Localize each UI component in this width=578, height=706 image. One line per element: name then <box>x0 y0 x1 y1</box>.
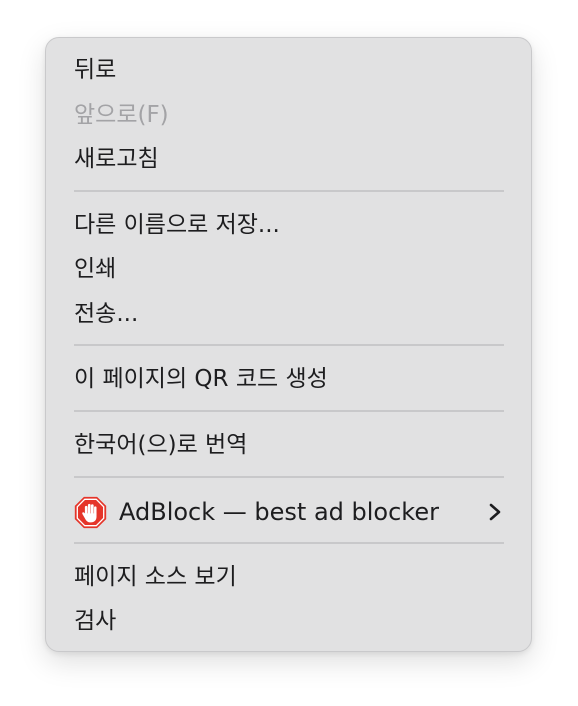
menu-item-translate[interactable]: 한국어(으)로 번역 <box>74 427 247 463</box>
chevron-right-icon <box>489 503 501 521</box>
menu-item-save-as[interactable]: 다른 이름으로 저장... <box>74 207 280 243</box>
menu-item-adblock[interactable]: AdBlock — best ad blocker <box>74 494 503 530</box>
menu-separator <box>74 542 504 544</box>
menu-separator <box>74 476 504 478</box>
menu-item-back[interactable]: 뒤로 <box>74 52 116 88</box>
menu-separator <box>74 190 504 192</box>
menu-item-qr-code[interactable]: 이 페이지의 QR 코드 생성 <box>74 361 328 397</box>
menu-item-send[interactable]: 전송... <box>74 296 138 332</box>
menu-item-view-source[interactable]: 페이지 소스 보기 <box>74 559 237 595</box>
menu-separator <box>74 410 504 412</box>
menu-item-print[interactable]: 인쇄 <box>74 251 116 287</box>
adblock-label: AdBlock — best ad blocker <box>119 498 439 526</box>
context-menu: 뒤로 앞으로(F) 새로고침 다른 이름으로 저장... 인쇄 전송... 이 … <box>45 37 532 652</box>
adblock-stop-hand-icon <box>74 496 107 528</box>
menu-item-inspect[interactable]: 검사 <box>74 603 116 639</box>
menu-item-forward: 앞으로(F) <box>74 102 169 128</box>
menu-separator <box>74 344 504 346</box>
menu-item-reload[interactable]: 새로고침 <box>74 141 159 177</box>
